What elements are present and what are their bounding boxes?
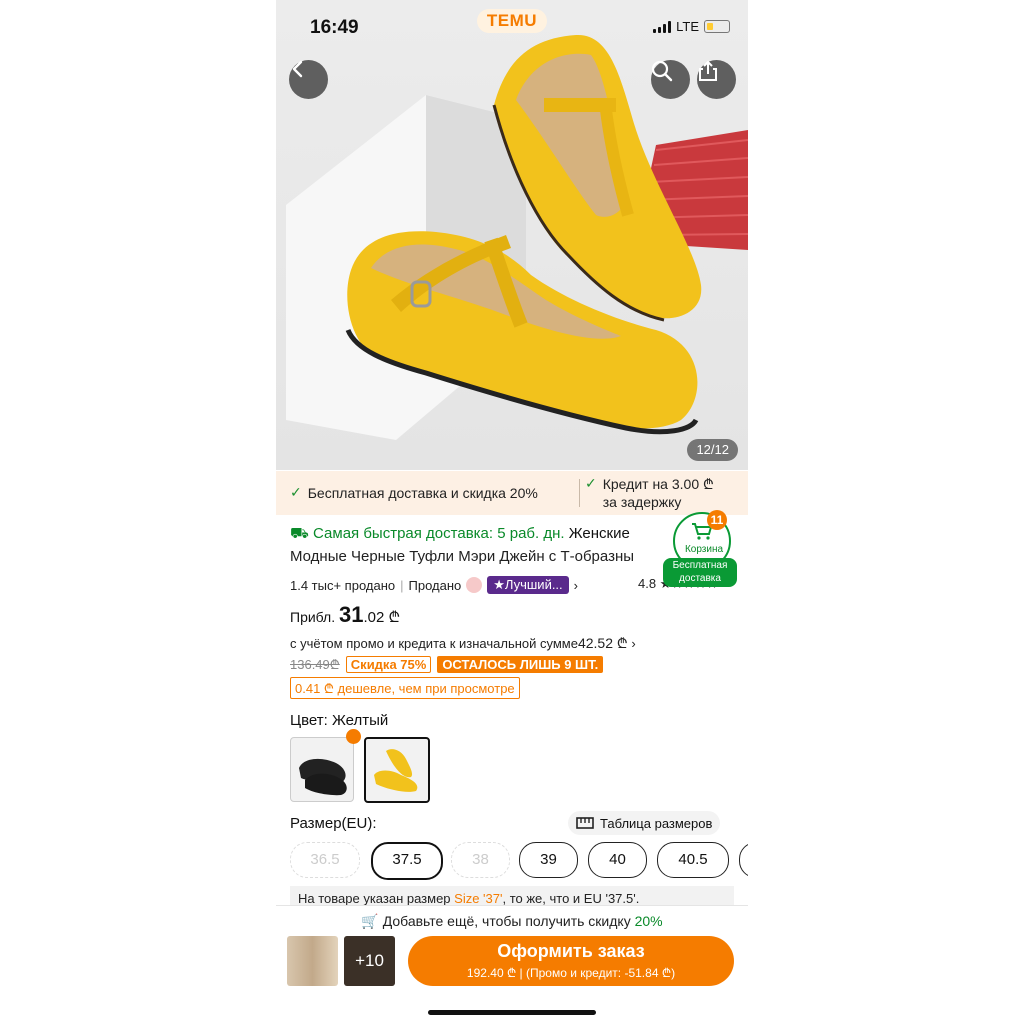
search-icon: [651, 60, 673, 82]
discount-badge: Скидка 75%: [345, 655, 432, 673]
sales-row[interactable]: 1.4 тыс+ продано | Продано ★Лучший... ›: [290, 576, 578, 594]
size-option-39[interactable]: 39: [519, 842, 578, 878]
price-whole: 31: [339, 602, 364, 627]
size-option-40-5[interactable]: 40.5: [657, 842, 729, 878]
size-option-40[interactable]: 40: [588, 842, 647, 878]
cart-plus-icon: 🛒: [361, 913, 379, 929]
signal-icon: [653, 20, 672, 33]
fast-delivery-text: Самая быстрая доставка: 5 раб. дн.: [313, 525, 565, 542]
size-option-more[interactable]: [739, 842, 748, 878]
seller-avatar: [466, 577, 483, 593]
promo-price-info[interactable]: с учётом промо и кредита к изначальной с…: [290, 634, 636, 653]
original-price: 136.49₾: [290, 657, 340, 672]
status-indicators: LTE: [653, 19, 730, 34]
hot-icon: [346, 729, 361, 744]
cart-more-thumbnail[interactable]: +10: [344, 936, 395, 986]
divider: [579, 479, 580, 507]
ruler-icon: [576, 817, 594, 829]
cart-label: Корзина: [684, 544, 724, 555]
best-seller-badge: ★Лучший...: [487, 576, 569, 594]
color-option-black[interactable]: [290, 737, 354, 802]
cheaper-badge: 0.41 ₾ дешевле, чем при просмотре: [290, 677, 520, 699]
back-button[interactable]: [289, 60, 328, 99]
promo-price-text: с учётом промо и кредита к изначальной с…: [290, 636, 578, 651]
search-button[interactable]: [651, 60, 690, 99]
color-option-yellow[interactable]: [364, 737, 430, 803]
phone-screen: 16:49 TEMU LTE 12/12 ✓ Бесплатная достав…: [276, 0, 748, 1024]
discount-row: 136.49₾ Скидка 75% ОСТАЛОСЬ ЛИШЬ 9 ШТ.: [290, 655, 604, 673]
product-title-line2: Модные Черные Туфли Мэри Джейн с Т-образ…: [290, 548, 635, 565]
bottom-bar: 🛒 Добавьте ещё, чтобы получить скидку 20…: [276, 905, 748, 1024]
divider: |: [400, 577, 404, 593]
network-type: LTE: [676, 19, 699, 34]
share-button[interactable]: [697, 60, 736, 99]
stock-left-badge: ОСТАЛОСЬ ЛИШЬ 9 ШТ.: [437, 655, 604, 673]
checkout-button[interactable]: Оформить заказ 192.40 ₾ | (Промо и креди…: [408, 936, 734, 986]
add-more-banner: 🛒 Добавьте ещё, чтобы получить скидку 20…: [361, 913, 663, 929]
size-option-36-5[interactable]: 36.5: [290, 842, 360, 878]
title-start: Женские: [564, 525, 630, 542]
check-icon: ✓: [290, 484, 302, 500]
price-prefix: Прибл.: [290, 609, 336, 625]
free-shipping-text: Бесплатная доставка и скидка 20%: [307, 484, 538, 501]
size-option-37-5[interactable]: 37.5: [371, 842, 443, 880]
status-time: 16:49: [310, 17, 359, 38]
product-gallery[interactable]: 16:49 TEMU LTE 12/12: [276, 0, 748, 470]
truck-icon: ⛟: [290, 525, 309, 542]
price-cents: .02 ₾: [363, 609, 401, 626]
check-icon: ✓: [585, 475, 597, 491]
credit-line-1: Кредит на 3.00 ₾: [602, 476, 714, 492]
sold-count: 1.4 тыс+ продано: [290, 577, 396, 593]
cart-item-thumbnail[interactable]: [287, 936, 338, 986]
temu-logo: TEMU: [477, 9, 547, 33]
product-title-line1: ⛟ Самая быстрая доставка: 5 раб. дн. Жен…: [290, 525, 630, 544]
share-icon: [699, 60, 717, 81]
credit-promo: ✓ Кредит на 3.00 ₾ за задержку: [585, 475, 714, 510]
size-chart-button[interactable]: Таблица размеров: [568, 811, 721, 835]
credit-line-2: за задержку: [602, 494, 682, 510]
battery-icon: [704, 20, 730, 33]
cart-free-shipping: Бесплатная доставка: [663, 558, 737, 587]
star-icon: ★: [493, 577, 505, 592]
size-label: Размер(EU):: [290, 815, 377, 832]
home-indicator[interactable]: [428, 1010, 596, 1015]
price: Прибл. 31.02 ₾: [290, 602, 400, 628]
checkout-label: Оформить заказ: [497, 941, 645, 961]
cart-count-badge: 11: [707, 510, 727, 530]
size-option-38[interactable]: 38: [451, 842, 510, 878]
floating-cart[interactable]: Корзина 11 Бесплатная доставка: [663, 510, 739, 590]
image-counter: 12/12: [687, 439, 738, 461]
yellow-shoe-thumbnail: [374, 749, 418, 792]
black-shoe-thumbnail: [299, 758, 347, 796]
back-arrow-icon: [292, 60, 303, 78]
sold-label: Продано: [408, 577, 462, 593]
chevron-right-icon: ›: [573, 577, 579, 593]
promo-price-amount: 42.52 ₾: [577, 635, 628, 651]
free-shipping-promo: ✓ Бесплатная доставка и скидка 20%: [290, 484, 538, 501]
chevron-right-icon: ›: [631, 636, 636, 651]
size-chart-label: Таблица размеров: [600, 815, 713, 831]
promo-strip[interactable]: ✓ Бесплатная доставка и скидка 20% ✓ Кре…: [276, 471, 748, 515]
checkout-total: 192.40 ₾ | (Промо и кредит: -51.84 ₾): [466, 966, 676, 980]
color-label: Цвет: Желтый: [290, 712, 389, 729]
